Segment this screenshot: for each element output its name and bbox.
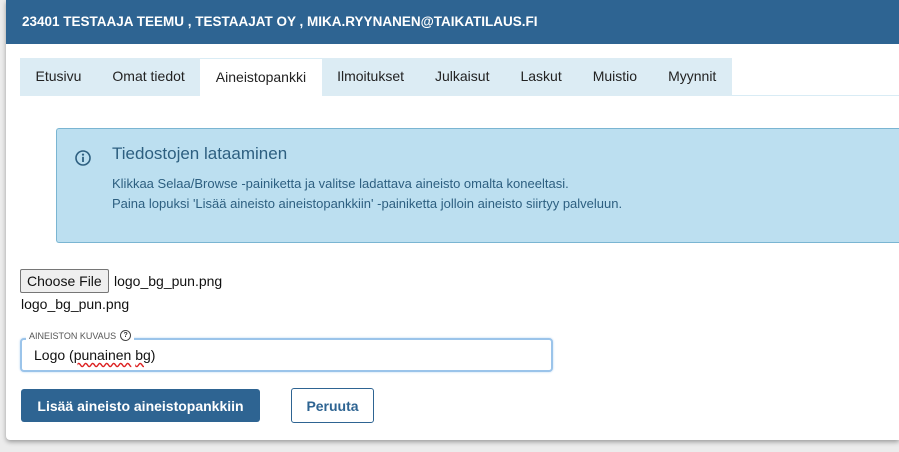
- description-label-text: AINEISTON KUVAUS: [29, 330, 117, 341]
- tab-julkaisut[interactable]: Julkaisut: [419, 58, 505, 96]
- cancel-button[interactable]: Peruuta: [291, 388, 374, 423]
- description-value-start: Logo (: [34, 347, 74, 363]
- info-icon: [75, 150, 91, 166]
- description-value-bg: bg: [135, 347, 151, 363]
- info-line-1: Klikkaa Selaa/Browse -painiketta ja vali…: [112, 176, 569, 191]
- tab-laskut[interactable]: Laskut: [504, 58, 578, 96]
- tab-myynnit[interactable]: Myynnit: [652, 58, 732, 96]
- tab-aineistopankki[interactable]: Aineistopankki: [200, 58, 322, 96]
- description-input[interactable]: Logo (punainen bg): [20, 338, 553, 372]
- info-line-2: Paina lopuksi 'Lisää aineisto aineistopa…: [112, 196, 623, 211]
- selected-file-label: logo_bg_pun.png: [21, 296, 130, 312]
- add-to-bank-button[interactable]: Lisää aineisto aineistopankkiin: [21, 389, 260, 422]
- choose-file-button[interactable]: Choose File: [20, 269, 109, 293]
- tab-bar: Etusivu Omat tiedot Aineistopankki Ilmoi…: [20, 58, 732, 96]
- main-panel: 23401 TESTAAJA TEEMU , TESTAAJAT OY , MI…: [6, 0, 899, 440]
- help-icon[interactable]: ?: [120, 330, 132, 341]
- tab-etusivu[interactable]: Etusivu: [20, 58, 97, 96]
- info-title: Tiedostojen lataaminen: [112, 144, 288, 163]
- user-header: 23401 TESTAAJA TEEMU , TESTAAJAT OY , MI…: [6, 0, 899, 44]
- description-label: AINEISTON KUVAUS ?: [26, 330, 135, 341]
- chosen-file-name: logo_bg_pun.png: [114, 273, 223, 289]
- info-alert: Tiedostojen lataaminen Klikkaa Selaa/Bro…: [56, 128, 899, 243]
- description-value-word: punainen: [73, 347, 132, 363]
- description-value-end: ): [150, 347, 156, 363]
- tab-omat-tiedot[interactable]: Omat tiedot: [96, 58, 201, 96]
- tab-muistio[interactable]: Muistio: [577, 58, 653, 96]
- tab-ilmoitukset[interactable]: Ilmoitukset: [321, 58, 420, 96]
